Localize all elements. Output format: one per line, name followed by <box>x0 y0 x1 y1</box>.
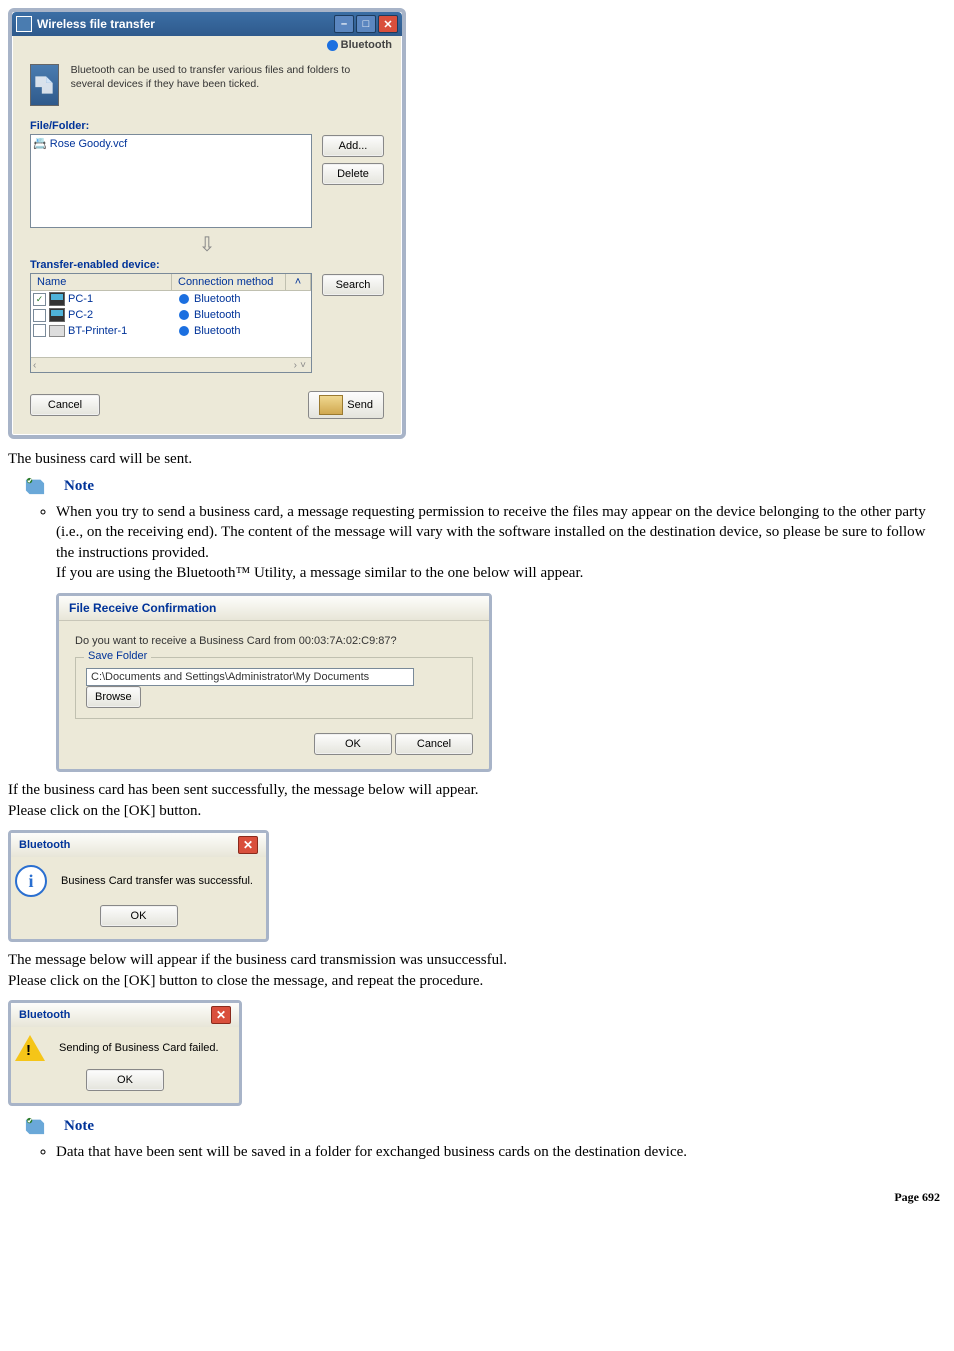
close-icon[interactable]: ✕ <box>211 1006 231 1024</box>
cancel-button[interactable]: Cancel <box>395 733 473 755</box>
transfer-icon <box>30 64 59 106</box>
connection-method: Bluetooth <box>194 325 240 337</box>
device-list[interactable]: Name Connection method ˄ ✓PC-1BluetoothP… <box>30 273 312 373</box>
cancel-button[interactable]: Cancel <box>30 394 100 416</box>
wireless-transfer-window: Wireless file transfer – □ ✕ Bluetooth B… <box>8 8 406 439</box>
maximize-button[interactable]: □ <box>356 15 376 33</box>
note-icon <box>24 1116 46 1136</box>
body-text: Please click on the [OK] button. <box>8 803 946 820</box>
bluetooth-icon <box>179 294 189 304</box>
device-checkbox[interactable] <box>33 324 46 337</box>
note-heading: Note <box>64 478 94 495</box>
device-row[interactable]: ✓ PC-1 Bluetooth <box>31 291 311 307</box>
device-name: PC-1 <box>68 293 176 305</box>
scroll-down-icon[interactable]: ˅ <box>297 360 309 371</box>
body-text: The business card will be sent. <box>8 451 946 468</box>
dialog-title: Bluetooth <box>19 839 70 851</box>
browse-button[interactable]: Browse <box>86 686 141 708</box>
note-item: Data that have been sent will be saved i… <box>56 1142 946 1162</box>
bluetooth-logo-icon <box>327 40 338 51</box>
dialog-title: File Receive Confirmation <box>69 601 216 615</box>
close-button[interactable]: ✕ <box>378 15 398 33</box>
file-item: Rose Goody.vcf <box>50 138 127 150</box>
note-item: When you try to send a business card, a … <box>56 502 946 583</box>
col-name: Name <box>31 274 172 290</box>
bluetooth-fail-dialog: Bluetooth ✕ Sending of Business Card fai… <box>8 1000 242 1106</box>
file-folder-label: File/Folder: <box>30 120 384 132</box>
body-text: The message below will appear if the bus… <box>8 952 946 969</box>
note-icon <box>24 476 46 496</box>
bluetooth-icon <box>179 326 189 336</box>
file-list[interactable]: 📇 Rose Goody.vcf <box>30 134 312 228</box>
device-checkbox[interactable] <box>33 309 46 322</box>
device-name: BT-Printer-1 <box>68 325 176 337</box>
file-receive-confirmation-dialog: File Receive Confirmation Do you want to… <box>56 593 492 772</box>
brand-label: Bluetooth <box>341 39 392 51</box>
pc-icon <box>49 292 65 306</box>
intro-text: Bluetooth can be used to transfer variou… <box>71 64 384 91</box>
send-icon <box>319 395 343 415</box>
brand-bar: Bluetooth <box>12 36 402 54</box>
body-text: If the business card has been sent succe… <box>8 782 946 799</box>
close-icon[interactable]: ✕ <box>238 836 258 854</box>
col-conn: Connection method <box>172 274 286 290</box>
note-heading: Note <box>64 1118 94 1135</box>
confirm-question: Do you want to receive a Business Card f… <box>75 635 473 647</box>
bluetooth-success-dialog: Bluetooth ✕ i Business Card transfer was… <box>8 830 269 942</box>
dialog-title: Bluetooth <box>19 1009 70 1021</box>
body-text: Please click on the [OK] button to close… <box>8 973 946 990</box>
ok-button[interactable]: OK <box>86 1069 164 1091</box>
window-title: Wireless file transfer <box>37 17 155 31</box>
info-icon: i <box>15 865 47 897</box>
save-folder-input[interactable]: C:\Documents and Settings\Administrator\… <box>86 668 414 686</box>
scroll-left-icon[interactable]: ‹ <box>33 360 36 371</box>
scroll-up-icon[interactable]: ˄ <box>286 274 311 290</box>
transfer-device-label: Transfer-enabled device: <box>30 259 384 271</box>
search-button[interactable]: Search <box>322 274 384 296</box>
pc-icon <box>49 308 65 322</box>
device-row[interactable]: PC-2 Bluetooth <box>31 307 311 323</box>
delete-button[interactable]: Delete <box>322 163 384 185</box>
save-folder-label: Save Folder <box>84 650 151 662</box>
titlebar: Wireless file transfer – □ ✕ <box>12 12 402 36</box>
page-number: Page 692 <box>8 1190 946 1205</box>
fail-message: Sending of Business Card failed. <box>59 1042 219 1054</box>
app-icon <box>16 16 32 32</box>
add-button[interactable]: Add... <box>322 135 384 157</box>
ok-button[interactable]: OK <box>100 905 178 927</box>
device-name: PC-2 <box>68 309 176 321</box>
down-arrow-icon: ⇩ <box>30 232 384 257</box>
device-row[interactable]: BT-Printer-1 Bluetooth <box>31 323 311 338</box>
connection-method: Bluetooth <box>194 309 240 321</box>
warning-icon <box>15 1035 45 1061</box>
bluetooth-icon <box>179 310 189 320</box>
minimize-button[interactable]: – <box>334 15 354 33</box>
device-checkbox[interactable]: ✓ <box>33 293 46 306</box>
send-button[interactable]: Send <box>308 391 384 419</box>
ok-button[interactable]: OK <box>314 733 392 755</box>
send-label: Send <box>347 399 373 411</box>
success-message: Business Card transfer was successful. <box>61 875 253 887</box>
connection-method: Bluetooth <box>194 293 240 305</box>
printer-icon <box>49 325 65 337</box>
